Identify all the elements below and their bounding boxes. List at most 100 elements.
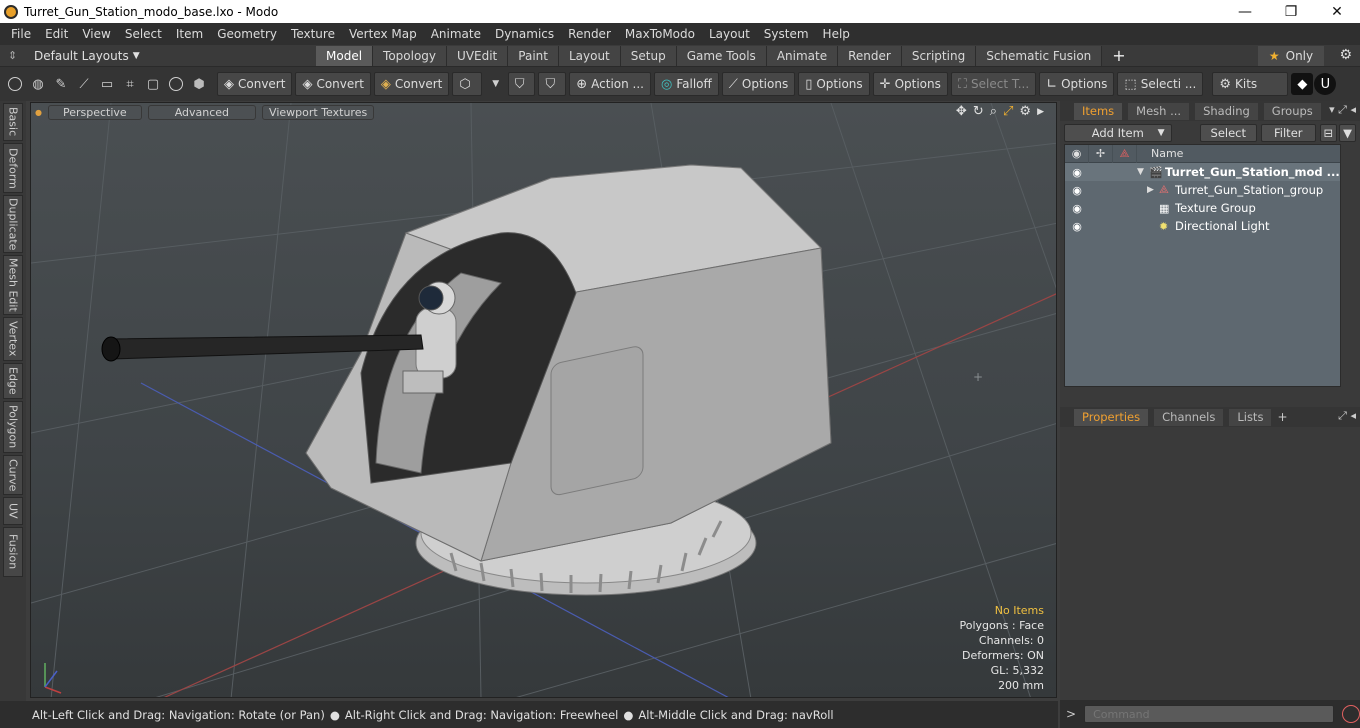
- vtab-curve[interactable]: Curve: [3, 455, 23, 495]
- tree-row-group[interactable]: ◉ ▶ ⟁ Turret_Gun_Station_group: [1065, 181, 1340, 199]
- vtab-edge[interactable]: Edge: [3, 363, 23, 399]
- panel-options-icons[interactable]: ▾ ⤢ ◂: [1329, 103, 1356, 117]
- polygon-icon[interactable]: ▭: [96, 73, 118, 95]
- menu-file[interactable]: File: [4, 23, 38, 45]
- zoom-icon[interactable]: ⌕: [990, 104, 997, 119]
- options-button-1[interactable]: ⟋ Options: [721, 72, 796, 96]
- falloff-button[interactable]: ◎ Falloff: [654, 72, 719, 96]
- add-tab-button[interactable]: +: [1277, 410, 1287, 424]
- vtab-duplicate[interactable]: Duplicate: [3, 195, 23, 253]
- tab-topology[interactable]: Topology: [373, 46, 448, 66]
- tab-paint[interactable]: Paint: [508, 46, 559, 66]
- menu-dynamics[interactable]: Dynamics: [488, 23, 561, 45]
- vtab-basic[interactable]: Basic: [3, 103, 23, 141]
- options-button-3[interactable]: ✛ Options: [872, 72, 948, 96]
- item-icon[interactable]: ⌗: [119, 73, 141, 95]
- gear-icon[interactable]: ⚙: [1339, 47, 1352, 63]
- advanced-dropdown[interactable]: Advanced: [147, 104, 257, 120]
- vtab-mesh-edit[interactable]: Mesh Edit: [3, 255, 23, 315]
- visibility-eye-icon[interactable]: ◉: [1065, 220, 1089, 233]
- menu-select[interactable]: Select: [118, 23, 169, 45]
- panel-options-icons[interactable]: ⤢ ◂: [1338, 409, 1356, 423]
- filter-button[interactable]: Filter: [1261, 124, 1316, 142]
- action-center-button[interactable]: ⊕ Action ...: [569, 72, 651, 96]
- options-button-2[interactable]: ▯ Options: [798, 72, 870, 96]
- material-icon[interactable]: ▢: [142, 73, 164, 95]
- add-item-button[interactable]: Add Item ▼: [1064, 124, 1172, 142]
- convert-button-1[interactable]: ◈ Convert: [217, 72, 293, 96]
- tab-uvedit[interactable]: UVEdit: [447, 46, 509, 66]
- kits-button[interactable]: ⚙ Kits: [1212, 72, 1289, 96]
- tab-items[interactable]: Items: [1074, 102, 1123, 120]
- expand-right-icon[interactable]: ▶: [1037, 107, 1044, 117]
- funnel-icon[interactable]: ▼: [1339, 124, 1356, 142]
- tree-row-scene[interactable]: ◉ ▼ 🎬 Turret_Gun_Station_mod ...: [1065, 163, 1340, 181]
- viewport-textures-dropdown[interactable]: Viewport Textures: [262, 104, 375, 120]
- tree-row-texture-group[interactable]: ◉ ▦ Texture Group: [1065, 199, 1340, 217]
- menu-maxtomodo[interactable]: MaxToModo: [618, 23, 702, 45]
- expand-arrow-icon[interactable]: ▶: [1147, 185, 1159, 195]
- expand-arrow-icon[interactable]: ▼: [1137, 167, 1149, 177]
- vtab-uv[interactable]: UV: [3, 497, 23, 525]
- select-through-button[interactable]: ⛶ Select T...: [950, 72, 1037, 96]
- options-button-4[interactable]: ∟ Options: [1039, 72, 1115, 96]
- record-macro-icon[interactable]: [1342, 705, 1360, 723]
- menu-help[interactable]: Help: [816, 23, 857, 45]
- tab-mesh[interactable]: Mesh ...: [1128, 102, 1190, 120]
- close-button[interactable]: ✕: [1314, 0, 1360, 23]
- tab-model[interactable]: Model: [316, 46, 374, 66]
- shield-button[interactable]: ⛉: [507, 72, 536, 96]
- only-toggle[interactable]: ★ Only: [1258, 46, 1324, 66]
- default-layouts-dropdown[interactable]: ⇕ Default Layouts ▼: [0, 49, 316, 63]
- menu-render[interactable]: Render: [561, 23, 618, 45]
- pivot-icon[interactable]: [165, 73, 187, 95]
- maximize-viewport-icon[interactable]: ⤢: [1003, 104, 1013, 119]
- pen-icon[interactable]: ✎: [50, 73, 72, 95]
- menu-view[interactable]: View: [75, 23, 117, 45]
- chevron-down-icon[interactable]: ▼: [485, 73, 507, 95]
- tab-channels[interactable]: Channels: [1154, 408, 1224, 426]
- vtab-fusion[interactable]: Fusion: [3, 527, 23, 577]
- globe-icon[interactable]: ◍: [27, 73, 49, 95]
- pan-icon[interactable]: ✥: [956, 104, 967, 119]
- menu-texture[interactable]: Texture: [284, 23, 342, 45]
- 3d-viewport[interactable]: + ● Perspective Advanced Viewport Textur…: [30, 102, 1057, 698]
- tree-row-light[interactable]: ◉ ✹ Directional Light: [1065, 217, 1340, 235]
- vtab-vertex[interactable]: Vertex: [3, 317, 23, 361]
- menu-layout[interactable]: Layout: [702, 23, 757, 45]
- visibility-eye-icon[interactable]: ◉: [1065, 202, 1089, 215]
- unity-icon[interactable]: ◆: [1291, 73, 1314, 95]
- command-input[interactable]: [1084, 705, 1334, 723]
- tab-animate[interactable]: Animate: [766, 46, 839, 66]
- tab-layout[interactable]: Layout: [558, 46, 621, 66]
- viewport-menu-dot-icon[interactable]: ●: [35, 108, 42, 117]
- collapse-icon[interactable]: ⊟: [1319, 124, 1338, 142]
- vertex-mode-icon[interactable]: [4, 73, 26, 95]
- menu-system[interactable]: System: [757, 23, 816, 45]
- tab-shading[interactable]: Shading: [1195, 102, 1258, 120]
- convert-button-3[interactable]: ◈ Convert: [373, 72, 450, 96]
- visibility-eye-icon[interactable]: ◉: [1065, 184, 1089, 197]
- tab-game-tools[interactable]: Game Tools: [676, 46, 767, 66]
- tab-properties[interactable]: Properties: [1074, 408, 1149, 426]
- tab-lists[interactable]: Lists: [1229, 408, 1272, 426]
- menu-edit[interactable]: Edit: [38, 23, 75, 45]
- tab-schematic-fusion[interactable]: Schematic Fusion: [976, 46, 1103, 66]
- tab-scripting[interactable]: Scripting: [901, 46, 977, 66]
- tab-setup[interactable]: Setup: [620, 46, 677, 66]
- convert-button-2[interactable]: ◈ Convert: [295, 72, 371, 96]
- cube-icon[interactable]: ⬢: [188, 73, 210, 95]
- menu-vertex-map[interactable]: Vertex Map: [342, 23, 424, 45]
- maximize-button[interactable]: ❐: [1268, 0, 1314, 23]
- tab-render[interactable]: Render: [838, 46, 902, 66]
- command-history-icon[interactable]: >: [1066, 707, 1076, 721]
- visibility-eye-icon[interactable]: ◉: [1065, 166, 1089, 179]
- menu-animate[interactable]: Animate: [424, 23, 488, 45]
- rotate-icon[interactable]: ↻: [973, 104, 984, 119]
- minimize-button[interactable]: —: [1222, 0, 1268, 23]
- select-button[interactable]: Select: [1199, 124, 1258, 142]
- vtab-polygon[interactable]: Polygon: [3, 401, 23, 453]
- unreal-icon[interactable]: U: [1314, 73, 1337, 95]
- vtab-deform[interactable]: Deform: [3, 143, 23, 193]
- add-tab-button[interactable]: +: [1102, 46, 1135, 65]
